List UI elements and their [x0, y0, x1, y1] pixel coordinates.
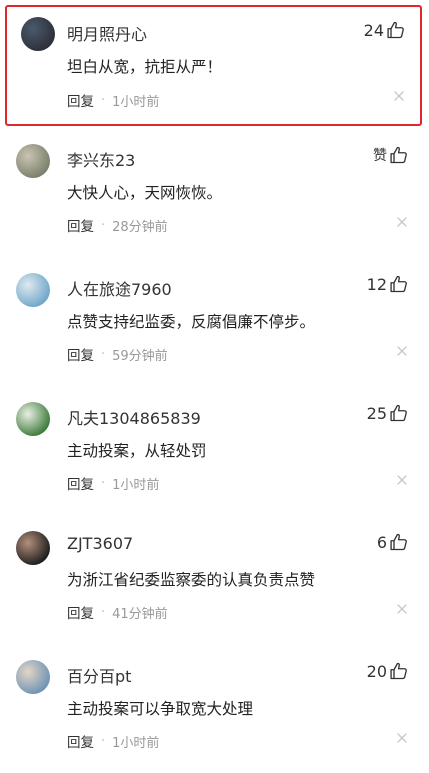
reply-button[interactable]: 回复 — [67, 344, 94, 364]
username[interactable]: 明月照丹心 — [67, 21, 147, 45]
avatar[interactable] — [16, 273, 50, 307]
comment-text: 主动投案，从轻处罚 — [67, 442, 207, 460]
username[interactable]: 李兴东23 — [67, 147, 135, 171]
separator-dot: · — [101, 604, 106, 620]
comment-text: 点赞支持纪监委，反腐倡廉不停步。 — [67, 313, 316, 331]
comment-meta: 回复 · 1小时前 — [67, 473, 160, 494]
thumbs-up-icon — [390, 146, 407, 164]
avatar[interactable] — [16, 144, 50, 178]
comment-meta: 回复 · 1小时前 — [67, 731, 160, 752]
like-count: 12 — [366, 274, 387, 294]
like-button[interactable]: 赞 — [373, 145, 409, 165]
timestamp: 41分钟前 — [112, 606, 168, 622]
comment-text: 为浙江省纪委监察委的认真负责点赞 — [67, 571, 316, 589]
separator-dot: · — [101, 733, 106, 749]
comment-text: 主动投案可以争取宽大处理 — [67, 700, 254, 718]
close-icon[interactable] — [394, 91, 404, 101]
separator-dot: · — [101, 475, 106, 491]
comment-meta: 回复 · 41分钟前 — [67, 602, 168, 623]
comment-meta: 回复 · 1小时前 — [67, 90, 160, 111]
timestamp: 1小时前 — [112, 735, 160, 751]
reply-button[interactable]: 回复 — [67, 602, 94, 622]
username[interactable]: 百分百pt — [67, 663, 131, 687]
separator-dot: · — [101, 217, 106, 233]
thumbs-up-icon — [390, 275, 407, 293]
like-button[interactable]: 24 — [364, 20, 406, 40]
separator-dot: · — [101, 346, 106, 362]
timestamp: 28分钟前 — [112, 219, 168, 235]
like-button[interactable]: 12 — [367, 274, 409, 294]
reply-button[interactable]: 回复 — [67, 731, 94, 751]
close-icon[interactable] — [397, 733, 407, 743]
avatar[interactable] — [21, 17, 55, 51]
comment-item: 百分百pt 20 主动投案可以争取宽大处理 回复 · 1小时前 — [0, 645, 429, 773]
timestamp: 1小时前 — [112, 477, 160, 493]
comment-item: 李兴东23 赞 大快人心，天网恢恢。 回复 · 28分钟前 — [0, 129, 429, 258]
like-button[interactable]: 25 — [367, 403, 409, 423]
thumbs-up-icon — [390, 404, 407, 422]
close-icon[interactable] — [397, 604, 407, 614]
thumbs-up-icon — [390, 533, 407, 551]
like-count: 6 — [376, 532, 387, 552]
reply-button[interactable]: 回复 — [67, 215, 94, 235]
like-count: 25 — [366, 403, 387, 423]
comment-item: 人在旅途7960 12 点赞支持纪监委，反腐倡廉不停步。 回复 · 59分钟前 — [0, 258, 429, 387]
comment-meta: 回复 · 59分钟前 — [67, 344, 168, 365]
close-icon[interactable] — [397, 475, 407, 485]
close-icon[interactable] — [397, 346, 407, 356]
comment-item: 明月照丹心 24 坦白从宽，抗拒从严！ 回复 · 1小时前 — [5, 5, 422, 126]
comment-text: 大快人心，天网恢恢。 — [67, 184, 223, 202]
thumbs-up-icon — [390, 662, 407, 680]
separator-dot: · — [101, 92, 106, 108]
username[interactable]: 凡夫1304865839 — [67, 405, 201, 429]
reply-button[interactable]: 回复 — [67, 473, 94, 493]
comment-item: 凡夫1304865839 25 主动投案，从轻处罚 回复 · 1小时前 — [0, 387, 429, 516]
comment-text: 坦白从宽，抗拒从严！ — [67, 58, 223, 76]
close-icon[interactable] — [397, 217, 407, 227]
thumbs-up-icon — [387, 21, 404, 39]
comment-meta: 回复 · 28分钟前 — [67, 215, 168, 236]
username[interactable]: ZJT3607 — [67, 534, 133, 553]
avatar[interactable] — [16, 531, 50, 565]
username[interactable]: 人在旅途7960 — [67, 276, 172, 300]
reply-button[interactable]: 回复 — [67, 90, 94, 110]
like-count: 24 — [363, 20, 384, 40]
like-button[interactable]: 6 — [377, 532, 409, 552]
avatar[interactable] — [16, 402, 50, 436]
timestamp: 1小时前 — [112, 94, 160, 110]
like-count: 赞 — [373, 148, 387, 164]
timestamp: 59分钟前 — [112, 348, 168, 364]
like-count: 20 — [366, 661, 387, 681]
avatar[interactable] — [16, 660, 50, 694]
comment-item: ZJT3607 6 为浙江省纪委监察委的认真负责点赞 回复 · 41分钟前 — [0, 516, 429, 645]
like-button[interactable]: 20 — [367, 661, 409, 681]
